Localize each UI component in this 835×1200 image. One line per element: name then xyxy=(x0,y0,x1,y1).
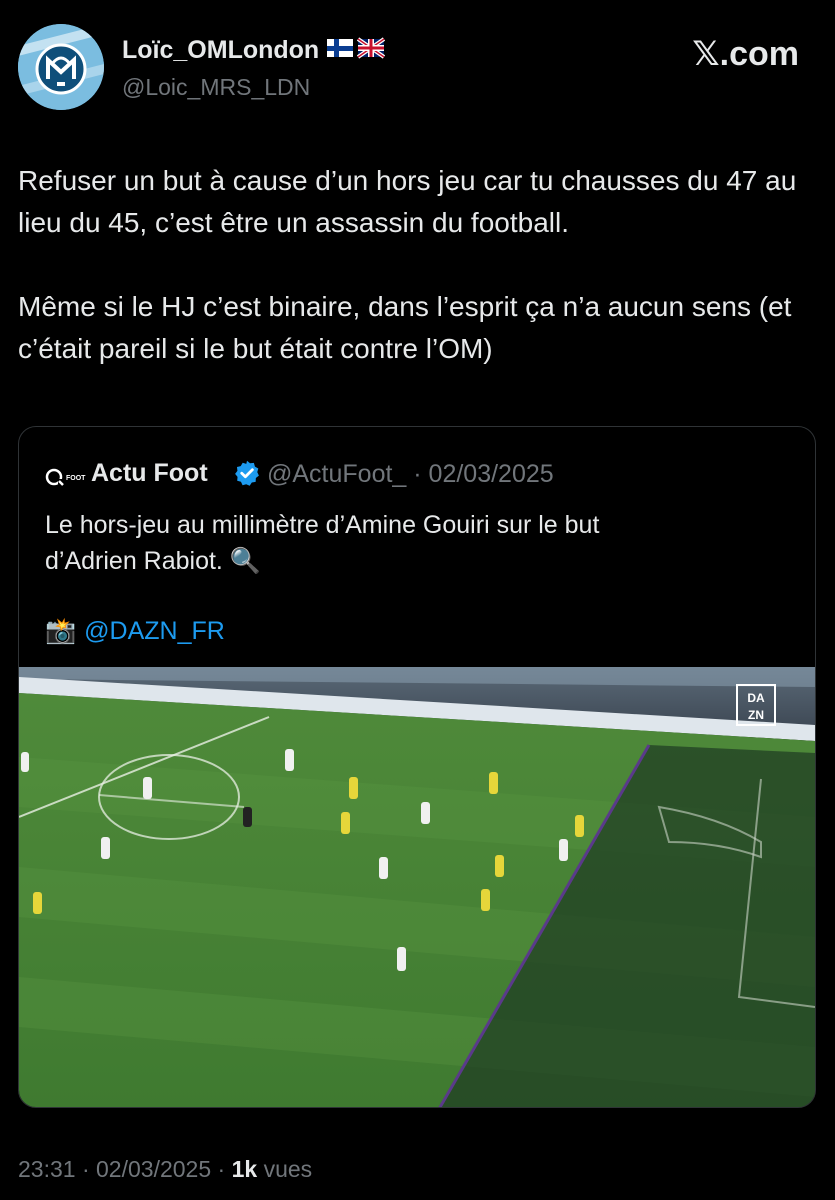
quoted-author-name[interactable]: Actu Foot xyxy=(91,459,208,488)
finland-flag-icon xyxy=(327,38,354,57)
dazn-logo-text: ZN xyxy=(748,708,764,722)
quoted-text-line: d’Adrien Rabiot. 🔍 xyxy=(45,547,261,575)
dazn-logo-text: DA xyxy=(747,691,765,705)
camera-flash-icon: 📸 xyxy=(45,617,77,645)
uk-flag-icon xyxy=(357,37,386,59)
actu-foot-logo-icon: FOOT xyxy=(45,468,86,486)
media-credit: 📸 @DAZN_FR xyxy=(45,617,225,646)
quoted-handle-date[interactable]: @ActuFoot_ · 02/03/2025 xyxy=(267,460,554,489)
tweet-paragraph: Refuser un but à cause d’un hors jeu car… xyxy=(18,165,797,238)
tweet-timestamp-views: 23:31 · 02/03/2025 · 1k vues xyxy=(18,1156,313,1182)
quoted-text-line: Le hors-jeu au millimètre d’Amine Gouiri… xyxy=(45,511,600,539)
flag-icons xyxy=(327,37,386,66)
view-label: vues xyxy=(263,1156,313,1182)
verified-badge-icon xyxy=(235,460,259,486)
quoted-tweet[interactable]: FOOT Actu Foot @ActuFoot_ · 02/03/2025 L… xyxy=(18,426,816,1108)
olympique-marseille-crest-icon xyxy=(18,24,104,110)
quoted-tweet-text: Le hors-jeu au millimètre d’Amine Gouiri… xyxy=(45,507,785,579)
tweet-paragraph: Même si le HJ c’est binaire, dans l’espr… xyxy=(18,291,792,364)
football-offside-image[interactable]: DA ZN xyxy=(19,667,815,1108)
tweet-text: Refuser un but à cause d’un hors jeu car… xyxy=(18,160,818,370)
dazn-mention-link[interactable]: @DAZN_FR xyxy=(84,617,225,645)
author-avatar[interactable] xyxy=(18,24,104,110)
svg-text:FOOT: FOOT xyxy=(66,475,86,482)
x-com-logo: 𝕏.com xyxy=(692,35,799,73)
tweet-date[interactable]: 02/03/2025 xyxy=(96,1156,211,1182)
tweet-time[interactable]: 23:31 xyxy=(18,1156,76,1182)
view-count: 1k xyxy=(231,1156,258,1182)
author-name[interactable]: Loïc_OMLondon xyxy=(122,36,386,66)
author-handle[interactable]: @Loic_MRS_LDN xyxy=(122,74,310,101)
